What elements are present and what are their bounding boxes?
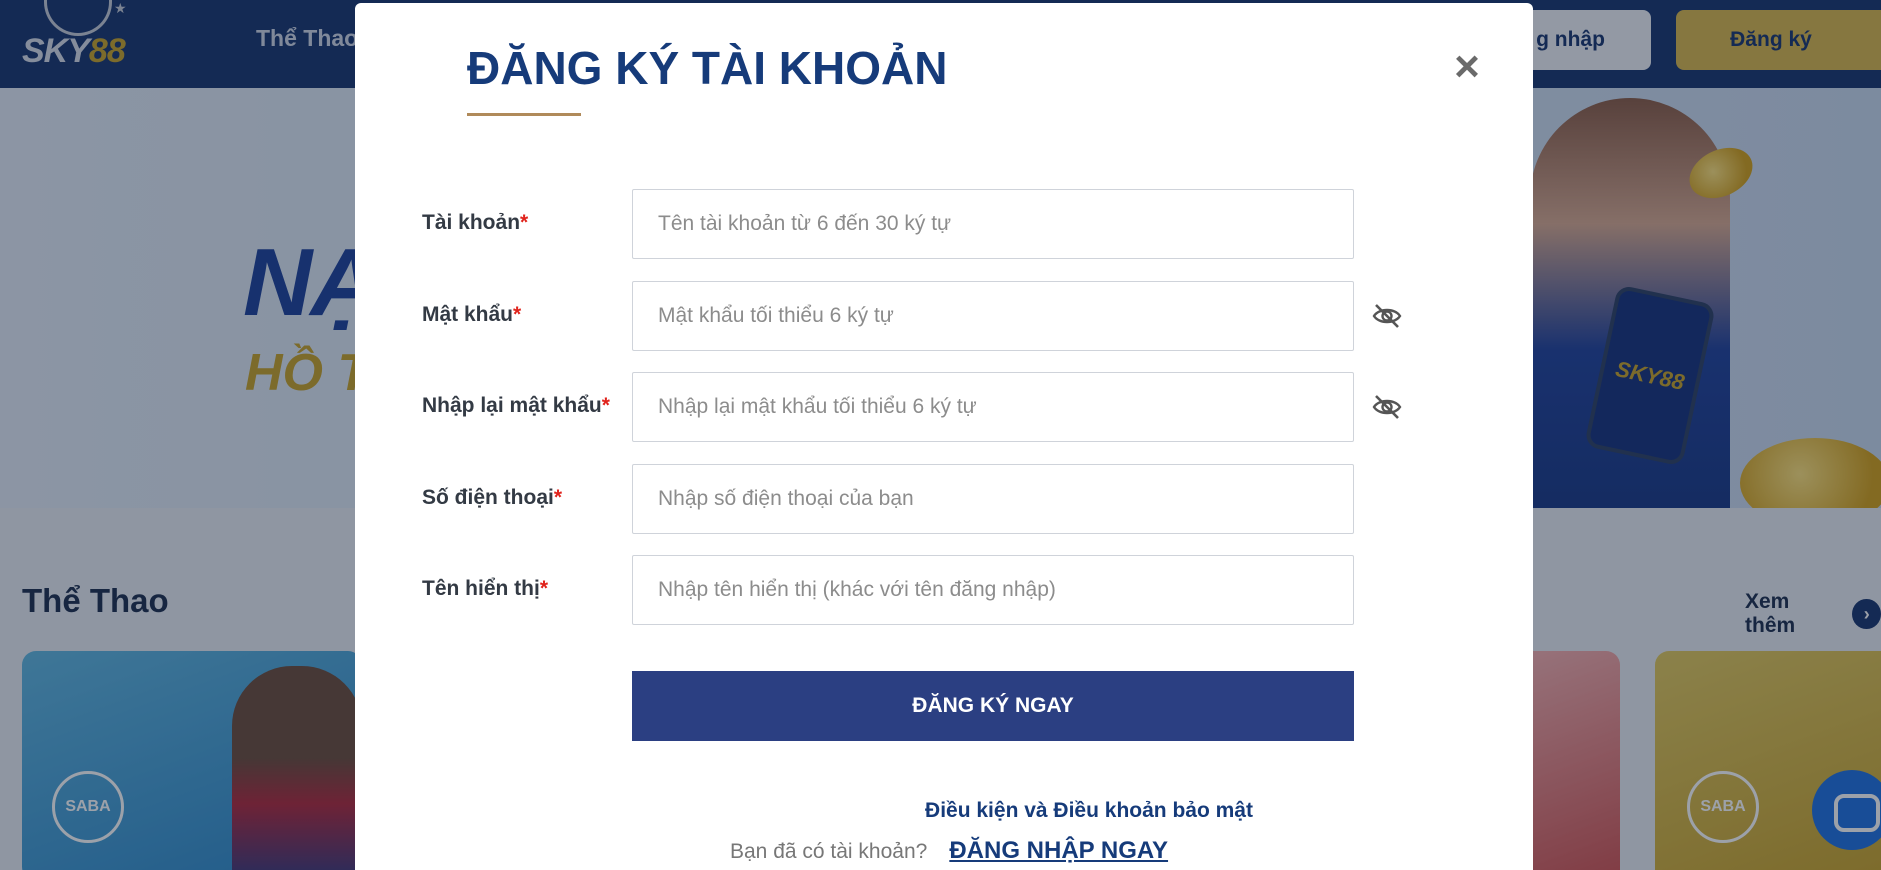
- confirm-password-input[interactable]: [632, 372, 1354, 442]
- eye-off-icon[interactable]: [1372, 393, 1402, 421]
- field-row-display-name: Tên hiển thị*: [422, 555, 1362, 625]
- username-label: Tài khoản*: [422, 211, 529, 234]
- have-account-text: Bạn đã có tài khoản?: [730, 840, 928, 863]
- confirm-password-label: Nhập lại mật khẩu*: [422, 394, 610, 417]
- field-row-phone: Số điện thoại*: [422, 464, 1362, 534]
- have-account-line: Bạn đã có tài khoản? ĐĂNG NHẬP NGAY: [730, 837, 1168, 865]
- phone-label: Số điện thoại*: [422, 486, 563, 509]
- display-name-input[interactable]: [632, 555, 1354, 625]
- close-icon[interactable]: ×: [1447, 45, 1487, 89]
- field-row-password: Mật khẩu*: [422, 281, 1402, 351]
- display-name-label: Tên hiển thị*: [422, 577, 549, 600]
- password-label: Mật khẩu*: [422, 303, 522, 326]
- title-underline: [467, 113, 581, 116]
- eye-off-icon[interactable]: [1372, 302, 1402, 330]
- terms-link[interactable]: Điều kiện và Điều khoản bảo mật: [355, 799, 1533, 823]
- password-input[interactable]: [632, 281, 1354, 351]
- register-modal: ĐĂNG KÝ TÀI KHOẢN × Tài khoản* Mật khẩu*…: [355, 3, 1533, 870]
- username-input[interactable]: [632, 189, 1354, 259]
- field-row-confirm-password: Nhập lại mật khẩu*: [422, 372, 1402, 442]
- modal-title: ĐĂNG KÝ TÀI KHOẢN: [467, 42, 948, 94]
- field-row-username: Tài khoản*: [422, 189, 1362, 259]
- phone-input[interactable]: [632, 464, 1354, 534]
- login-now-link[interactable]: ĐĂNG NHẬP NGAY: [949, 837, 1168, 864]
- register-now-button[interactable]: ĐĂNG KÝ NGAY: [632, 671, 1354, 741]
